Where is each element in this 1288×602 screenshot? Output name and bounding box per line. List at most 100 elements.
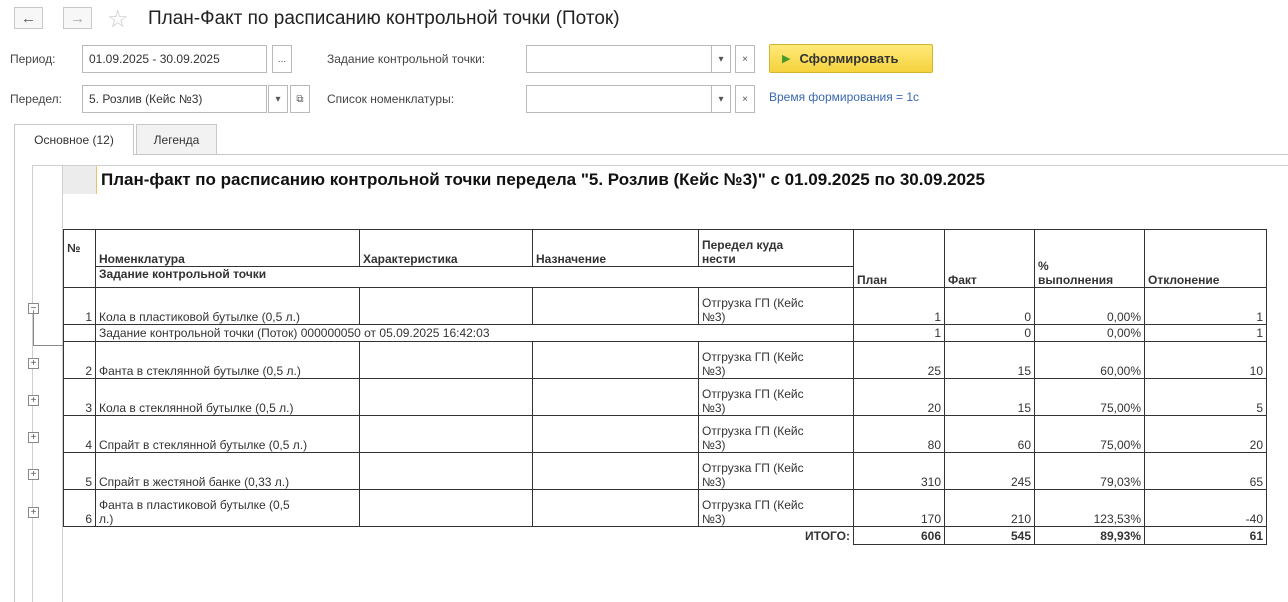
clear-icon: × bbox=[742, 93, 748, 105]
task-clear-button[interactable]: × bbox=[735, 45, 755, 73]
peredel-open-button[interactable]: ⧉ bbox=[290, 85, 310, 113]
clear-icon: × bbox=[742, 53, 748, 65]
row-destination-line2: №3) bbox=[702, 475, 726, 489]
header-fact: Факт bbox=[944, 229, 1035, 288]
back-button[interactable]: ← bbox=[14, 7, 43, 29]
row-nomenclature-line1: Фанта в пластиковой бутылке (0,5 bbox=[99, 498, 290, 512]
row-fact: 60 bbox=[944, 415, 1035, 453]
row-deviation: 10 bbox=[1144, 341, 1267, 379]
period-label: Период: bbox=[10, 52, 56, 66]
panel-border bbox=[14, 154, 15, 602]
header-num-cont bbox=[63, 266, 96, 288]
subrow-fact: 0 bbox=[944, 324, 1035, 342]
row-destination: Отгрузка ГП (Кейс №3) bbox=[698, 341, 854, 379]
header-percent-line1: % bbox=[1038, 259, 1049, 273]
peredel-input[interactable]: 5. Розлив (Кейс №3) bbox=[82, 85, 267, 113]
generate-button[interactable]: ▶ Сформировать bbox=[769, 44, 933, 73]
row-plan: 310 bbox=[853, 452, 945, 490]
subrow-plan: 1 bbox=[853, 324, 945, 342]
header-peredel-to-line1: Передел куда bbox=[702, 238, 784, 252]
header-nomenclature: Номенклатура bbox=[95, 229, 360, 267]
expand-group-icon[interactable]: + bbox=[28, 432, 39, 443]
row-destination: Отгрузка ГП (Кейс №3) bbox=[698, 489, 854, 527]
row-fact: 0 bbox=[944, 287, 1035, 325]
row-characteristic bbox=[359, 378, 533, 416]
nomenclature-dropdown-button[interactable]: ▾ bbox=[711, 85, 731, 113]
row-plan: 20 bbox=[853, 378, 945, 416]
row-num: 4 bbox=[63, 415, 96, 453]
period-value: 01.09.2025 - 30.09.2025 bbox=[89, 52, 220, 66]
expand-group-icon[interactable]: + bbox=[28, 395, 39, 406]
row-num: 5 bbox=[63, 452, 96, 490]
header-num: № bbox=[63, 229, 96, 267]
tab-legend[interactable]: Легенда bbox=[136, 124, 217, 154]
tab-main[interactable]: Основное (12) bbox=[14, 124, 134, 155]
row-fact: 15 bbox=[944, 341, 1035, 379]
row-percent: 0,00% bbox=[1034, 287, 1145, 325]
task-label: Задание контрольной точки: bbox=[327, 52, 486, 66]
total-fact: 545 bbox=[944, 526, 1035, 545]
period-input[interactable]: 01.09.2025 - 30.09.2025 bbox=[82, 45, 267, 73]
play-icon: ▶ bbox=[782, 53, 791, 65]
row-nomenclature: Кола в пластиковой бутылке (0,5 л.) bbox=[95, 287, 360, 325]
row-destination-line1: Отгрузка ГП (Кейс bbox=[702, 498, 804, 512]
expand-group-icon[interactable]: + bbox=[28, 507, 39, 518]
row-percent: 79,03% bbox=[1034, 452, 1145, 490]
subrow-task: Задание контрольной точки (Поток) 000000… bbox=[95, 324, 854, 342]
row-num: 2 bbox=[63, 341, 96, 379]
row-nomenclature: Фанта в пластиковой бутылке (0,5 л.) bbox=[95, 489, 360, 527]
row-characteristic bbox=[359, 341, 533, 379]
row-fact: 245 bbox=[944, 452, 1035, 490]
table-row[interactable]: 2 Фанта в стеклянной бутылке (0,5 л.) От… bbox=[63, 341, 1267, 379]
generation-time: Время формирования = 1с bbox=[769, 90, 920, 104]
total-label: ИТОГО: bbox=[63, 526, 854, 545]
row-destination-line1: Отгрузка ГП (Кейс bbox=[702, 387, 804, 401]
favorite-star-icon[interactable]: ☆ bbox=[107, 5, 129, 34]
task-input[interactable] bbox=[526, 45, 712, 73]
forward-button[interactable]: → bbox=[63, 7, 92, 29]
row-deviation: 1 bbox=[1144, 287, 1267, 325]
peredel-value: 5. Розлив (Кейс №3) bbox=[89, 92, 203, 106]
row-plan: 80 bbox=[853, 415, 945, 453]
row-purpose bbox=[532, 489, 699, 527]
report-title: План-факт по расписанию контрольной точк… bbox=[101, 170, 985, 189]
row-destination: Отгрузка ГП (Кейс №3) bbox=[698, 287, 854, 325]
tab-main-label: Основное (12) bbox=[34, 133, 114, 147]
total-row: ИТОГО: 606 545 89,93% 61 bbox=[63, 526, 1267, 545]
header-purpose: Назначение bbox=[532, 229, 699, 267]
row-deviation: 65 bbox=[1144, 452, 1267, 490]
row-destination-line2: №3) bbox=[702, 401, 726, 415]
expand-group-icon[interactable]: + bbox=[28, 358, 39, 369]
row-purpose bbox=[532, 341, 699, 379]
nomenclature-input[interactable] bbox=[526, 85, 712, 113]
nomenclature-label: Список номенклатуры: bbox=[327, 92, 455, 106]
subrow-deviation: 1 bbox=[1144, 324, 1267, 342]
table-subrow[interactable]: Задание контрольной точки (Поток) 000000… bbox=[63, 324, 1267, 342]
row-nomenclature-line2: л.) bbox=[99, 512, 114, 526]
table-row[interactable]: 3 Кола в стеклянной бутылке (0,5 л.) Отг… bbox=[63, 378, 1267, 416]
row-plan: 170 bbox=[853, 489, 945, 527]
row-fact: 210 bbox=[944, 489, 1035, 527]
peredel-dropdown-button[interactable]: ▾ bbox=[268, 85, 288, 113]
grid-corner-cell bbox=[63, 166, 97, 194]
row-plan: 1 bbox=[853, 287, 945, 325]
row-destination-line1: Отгрузка ГП (Кейс bbox=[702, 424, 804, 438]
row-destination-line1: Отгрузка ГП (Кейс bbox=[702, 461, 804, 475]
table-row[interactable]: 5 Спрайт в жестяной банке (0,33 л.) Отгр… bbox=[63, 452, 1267, 490]
row-destination: Отгрузка ГП (Кейс №3) bbox=[698, 452, 854, 490]
period-select-button[interactable]: ... bbox=[272, 45, 292, 73]
table-row[interactable]: 6 Фанта в пластиковой бутылке (0,5 л.) От… bbox=[63, 489, 1267, 527]
row-destination-line1: Отгрузка ГП (Кейс bbox=[702, 350, 804, 364]
header-characteristic: Характеристика bbox=[359, 229, 533, 267]
row-num: 6 bbox=[63, 489, 96, 527]
table-row[interactable]: 4 Спрайт в стеклянной бутылке (0,5 л.) О… bbox=[63, 415, 1267, 453]
report-table: № Номенклатура Характеристика Назначение… bbox=[63, 229, 1267, 545]
forward-arrow-icon: → bbox=[70, 9, 85, 27]
row-destination-line1: Отгрузка ГП (Кейс bbox=[702, 296, 804, 310]
nomenclature-clear-button[interactable]: × bbox=[735, 85, 755, 113]
expand-group-icon[interactable]: + bbox=[28, 469, 39, 480]
table-row[interactable]: 1 Кола в пластиковой бутылке (0,5 л.) От… bbox=[63, 287, 1267, 325]
task-dropdown-button[interactable]: ▾ bbox=[711, 45, 731, 73]
row-fact: 15 bbox=[944, 378, 1035, 416]
chevron-down-icon: ▾ bbox=[718, 53, 724, 65]
